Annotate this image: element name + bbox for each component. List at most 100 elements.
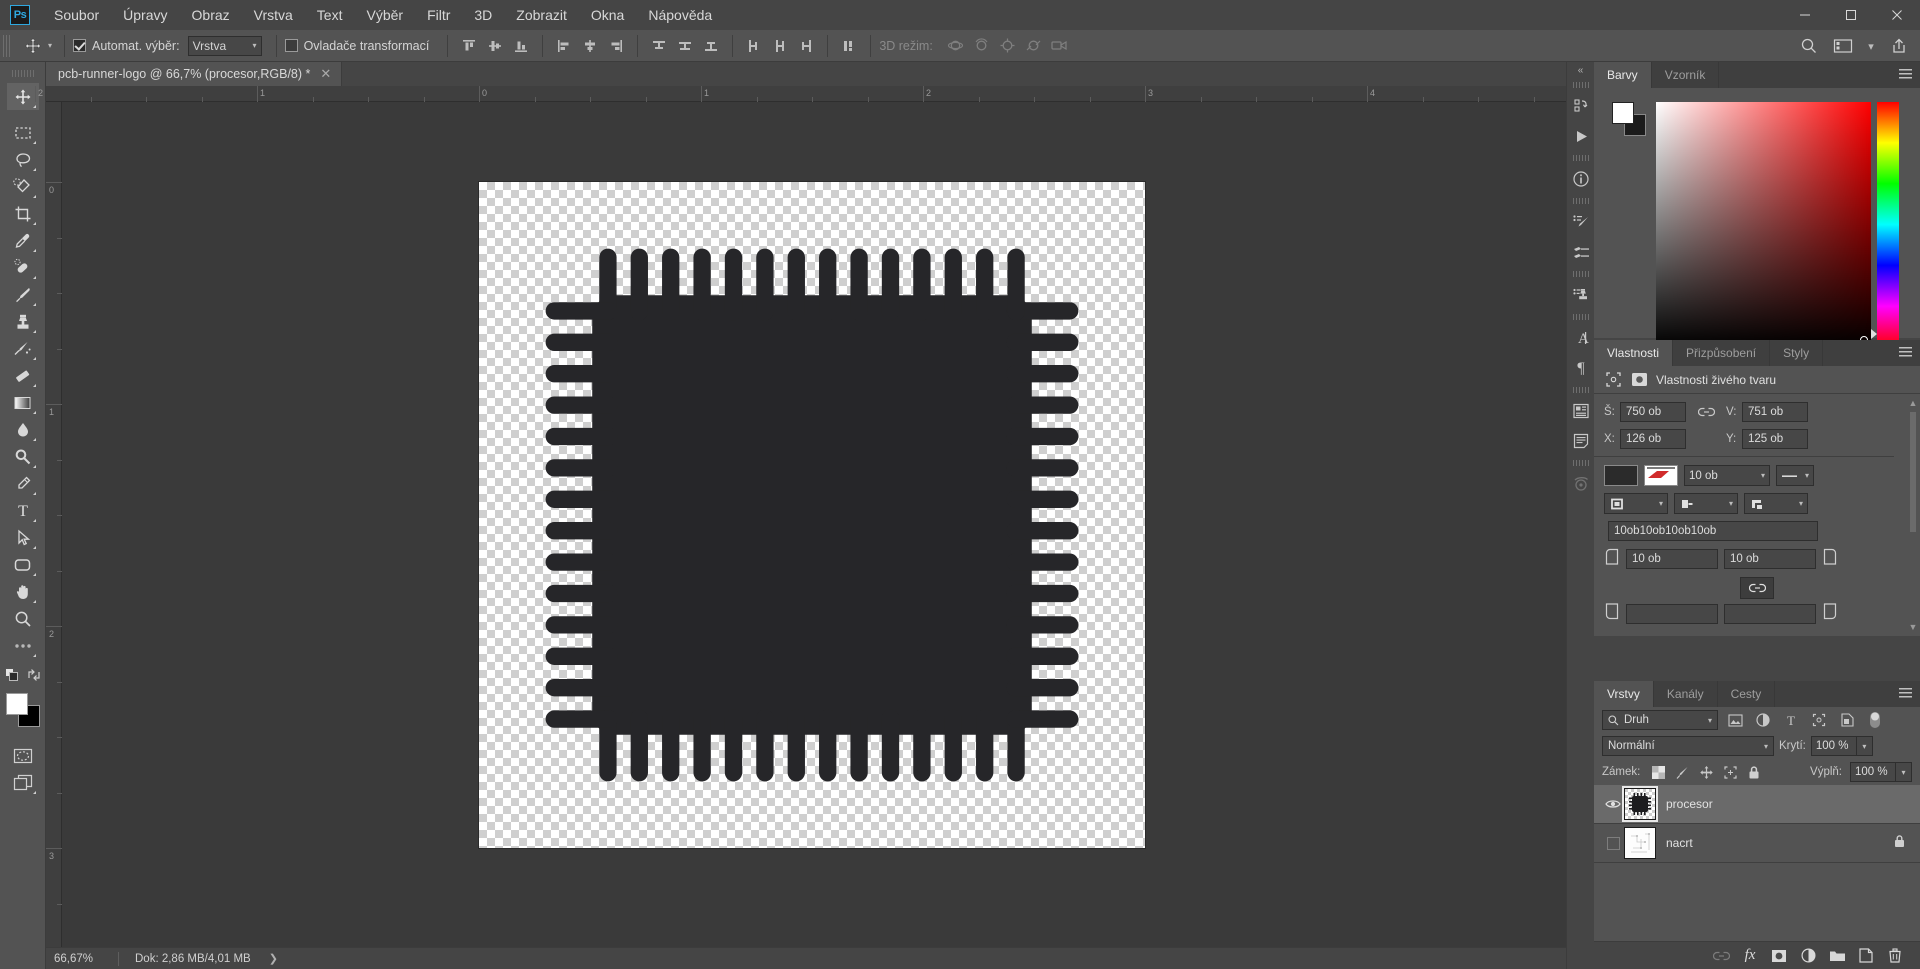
lock-transparent-pixels-icon[interactable] <box>1648 762 1668 782</box>
tab-vlastnosti[interactable]: Vlastnosti <box>1594 340 1673 366</box>
properties-scrollbar[interactable]: ▲ ▼ <box>1908 398 1918 632</box>
rail-grip[interactable] <box>1573 82 1589 88</box>
search-icon[interactable] <box>1794 33 1824 59</box>
close-button[interactable] <box>1874 0 1920 30</box>
clone-source-icon[interactable] <box>1567 280 1595 310</box>
tool-preset-picker[interactable]: ▾ <box>16 34 56 58</box>
maximize-button[interactable] <box>1828 0 1874 30</box>
align-bottom-edges-icon[interactable] <box>508 34 534 58</box>
fill-input[interactable]: 100 % <box>1850 762 1896 782</box>
corner-radius-input-4[interactable] <box>1724 604 1816 624</box>
rail-grip[interactable] <box>1573 314 1589 320</box>
rectangular-marquee-tool[interactable] <box>7 119 39 146</box>
distribute-bottom-edges-icon[interactable] <box>698 34 724 58</box>
toolbar-grip[interactable] <box>12 70 34 77</box>
scroll-down-icon[interactable]: ▼ <box>1908 622 1918 632</box>
scroll-up-icon[interactable]: ▲ <box>1908 398 1918 408</box>
menu-item-text[interactable]: Text <box>305 3 355 27</box>
tab-styly[interactable]: Styly <box>1770 340 1823 366</box>
filter-adjustment-icon[interactable] <box>1752 710 1774 730</box>
distribute-top-edges-icon[interactable] <box>646 34 672 58</box>
layer-visibility-eye-icon[interactable] <box>1602 793 1624 815</box>
camera-3d-icon[interactable] <box>1047 34 1073 58</box>
brush-presets-icon[interactable] <box>1567 237 1595 267</box>
panel-menu-icon[interactable] <box>1899 688 1912 699</box>
menu-item-n-pov-da[interactable]: Nápověda <box>636 3 724 27</box>
dodge-tool[interactable] <box>7 443 39 470</box>
stroke-width-input[interactable]: 10 ob ▾ <box>1684 465 1770 486</box>
adjustment-layer-icon[interactable] <box>1795 944 1821 968</box>
quick-mask-icon[interactable] <box>7 742 39 769</box>
panel-menu-icon[interactable] <box>1899 347 1912 358</box>
stroke-caps-dropdown[interactable]: ▾ <box>1674 493 1738 514</box>
stroke-align-dropdown[interactable]: ▾ <box>1604 493 1668 514</box>
align-right-edges-icon[interactable] <box>603 34 629 58</box>
blend-mode-dropdown[interactable]: Normální ▾ <box>1602 736 1774 756</box>
tab-cesty[interactable]: Cesty <box>1718 681 1776 707</box>
rail-grip[interactable] <box>1573 198 1589 204</box>
roll-3d-icon[interactable] <box>969 34 995 58</box>
lock-position-icon[interactable] <box>1696 762 1716 782</box>
rail-grip[interactable] <box>1573 271 1589 277</box>
screen-mode-icon[interactable] <box>7 769 39 796</box>
panel-menu-icon[interactable] <box>1899 69 1912 80</box>
height-input[interactable]: 751 ob <box>1742 402 1808 422</box>
transform-controls-checkbox[interactable] <box>285 39 298 52</box>
fill-color-swatch[interactable] <box>1604 465 1638 486</box>
new-layer-icon[interactable] <box>1853 944 1879 968</box>
layer-name[interactable]: procesor <box>1666 797 1912 811</box>
type-tool[interactable]: T <box>7 497 39 524</box>
canvas-scroll-region[interactable] <box>62 102 1566 947</box>
menu-item-3d[interactable]: 3D <box>462 3 504 27</box>
menu-item--pravy[interactable]: Úpravy <box>111 3 179 27</box>
notes-icon[interactable] <box>1567 426 1595 456</box>
delete-layer-icon[interactable] <box>1882 944 1908 968</box>
stroke-color-swatch[interactable] <box>1644 465 1678 486</box>
vertical-ruler[interactable]: 0123 <box>46 102 62 947</box>
colors-foreground-swatch[interactable] <box>1612 102 1634 124</box>
chevron-down-icon[interactable]: ▾ <box>1862 33 1880 59</box>
workspace-icon[interactable] <box>1828 33 1858 59</box>
blur-tool[interactable] <box>7 416 39 443</box>
move-tool[interactable] <box>7 83 39 110</box>
pen-tool[interactable] <box>7 470 39 497</box>
edit-toolbar-tool[interactable] <box>7 632 39 659</box>
menu-item-zobrazit[interactable]: Zobrazit <box>504 3 579 27</box>
lock-artboard-icon[interactable] <box>1720 762 1740 782</box>
brush-tool[interactable] <box>7 281 39 308</box>
menu-item-obraz[interactable]: Obraz <box>180 3 242 27</box>
path-selection-tool[interactable] <box>7 524 39 551</box>
auto-select-dropdown[interactable]: Vrstva ▾ <box>188 36 262 56</box>
x-input[interactable]: 126 ob <box>1620 429 1686 449</box>
filter-smart-object-icon[interactable] <box>1836 710 1858 730</box>
color-swatches[interactable] <box>6 693 40 727</box>
horizontal-ruler[interactable]: 2101234 <box>46 86 1566 102</box>
distribute-spacing-icon[interactable] <box>836 34 862 58</box>
default-colors-icon[interactable] <box>5 668 19 687</box>
menu-item-v-b-r[interactable]: Výběr <box>354 3 415 27</box>
zoom-level-field[interactable]: 66,67% <box>46 953 108 965</box>
collapse-panels-icon[interactable]: « <box>1567 62 1594 78</box>
fill-stepper-icon[interactable]: ▾ <box>1896 762 1912 782</box>
close-icon[interactable]: ✕ <box>320 66 331 82</box>
tab-barvy[interactable]: Barvy <box>1594 62 1652 88</box>
history-icon[interactable] <box>1567 91 1595 121</box>
link-corner-radii-icon[interactable] <box>1740 577 1774 599</box>
scrollbar-thumb[interactable] <box>1910 412 1916 532</box>
info-icon[interactable] <box>1567 164 1595 194</box>
align-top-edges-icon[interactable] <box>456 34 482 58</box>
filter-toggle-icon[interactable] <box>1864 710 1886 730</box>
transform-controls-checkbox-group[interactable]: Ovladače transformací <box>285 39 430 53</box>
link-width-height-icon[interactable] <box>1694 402 1718 422</box>
document-tab[interactable]: pcb-runner-logo @ 66,7% (procesor,RGB/8)… <box>46 62 342 86</box>
opacity-input[interactable]: 100 % <box>1811 736 1857 756</box>
layer-row[interactable]: procesor <box>1594 785 1920 824</box>
crop-tool[interactable] <box>7 200 39 227</box>
slide-3d-icon[interactable] <box>1021 34 1047 58</box>
play-actions-icon[interactable] <box>1567 121 1595 151</box>
spot-healing-brush-tool[interactable] <box>7 254 39 281</box>
new-group-icon[interactable] <box>1824 944 1850 968</box>
filter-type-icon[interactable]: T <box>1780 710 1802 730</box>
status-expand-icon[interactable]: ❯ <box>269 952 278 965</box>
layer-row[interactable]: nacrt <box>1594 824 1920 863</box>
